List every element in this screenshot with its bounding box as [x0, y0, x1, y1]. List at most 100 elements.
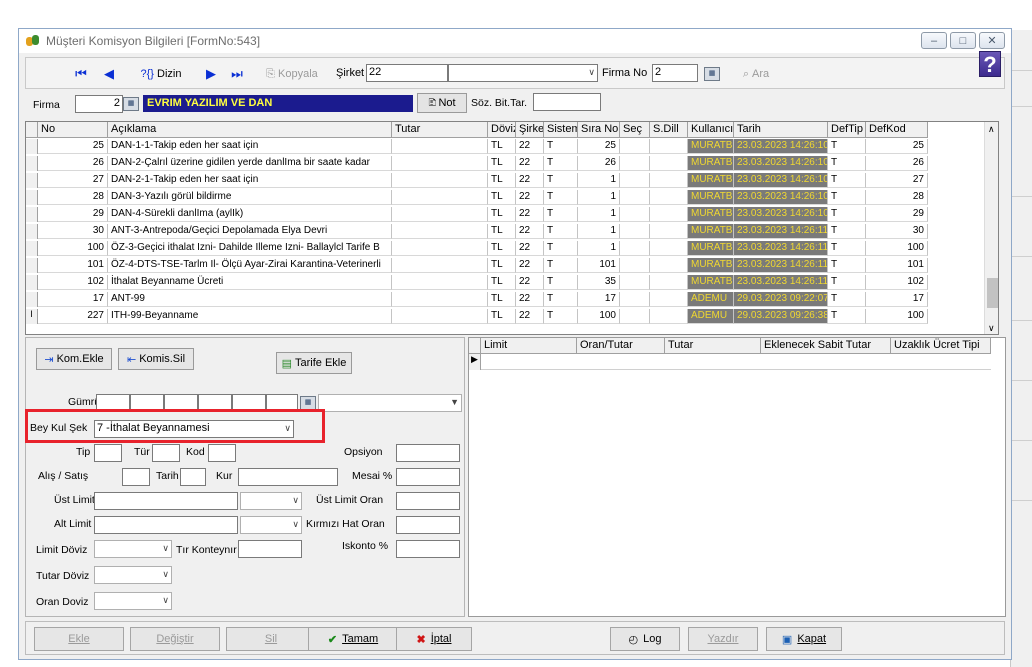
next-record-button[interactable]: ▶ — [200, 64, 222, 84]
degistir-button[interactable]: Değiştir — [130, 627, 220, 651]
col-no[interactable]: 102 — [38, 275, 108, 290]
col-kullanici[interactable]: MURATB — [688, 258, 734, 273]
grid-header-sira[interactable]: Sıra No — [578, 122, 620, 138]
col-tutar[interactable] — [392, 241, 488, 256]
log-button[interactable]: ◴ Log — [610, 627, 680, 651]
col-doviz[interactable]: TL — [488, 275, 516, 290]
col-tarih[interactable]: 23.03.2023 14:26:10 — [734, 190, 828, 205]
col-sira[interactable]: 17 — [578, 292, 620, 307]
tarife-ekle-button[interactable]: ▤ Tarife Ekle — [276, 352, 352, 374]
col-defkod[interactable]: 100 — [866, 309, 928, 324]
col-sdil[interactable] — [650, 156, 688, 171]
col-kullanici[interactable]: MURATB — [688, 190, 734, 205]
col-defkod[interactable]: 26 — [866, 156, 928, 171]
col-doviz[interactable]: TL — [488, 207, 516, 222]
col-deftip[interactable]: T — [828, 190, 866, 205]
col-sec[interactable] — [620, 156, 650, 171]
new-limit-row[interactable] — [481, 354, 991, 370]
col-sira[interactable]: 1 — [578, 173, 620, 188]
table-row[interactable]: 29 DAN-4-Sürekli danlIma (aylIk) TL 22 T 1 MUR… — [26, 207, 986, 222]
col-aciklama[interactable]: DAN-2-1-Takip eden her saat için — [108, 173, 392, 188]
col-sira[interactable]: 100 — [578, 309, 620, 324]
col-tutar[interactable] — [392, 139, 488, 154]
col-tutar[interactable] — [392, 156, 488, 171]
col-aciklama[interactable]: DAN-3-Yazılı görül bildirme — [108, 190, 392, 205]
scroll-up-icon[interactable]: ∧ — [988, 124, 995, 135]
col-aciklama[interactable]: ÖZ-3-Geçici ithalat Izni- Dahilde Illeme… — [108, 241, 392, 256]
col-no[interactable]: 227 — [38, 309, 108, 324]
col-sira[interactable]: 101 — [578, 258, 620, 273]
col-deftip[interactable]: T — [828, 292, 866, 307]
col-sistem[interactable]: T — [544, 292, 578, 307]
col-sdil[interactable] — [650, 258, 688, 273]
col-defkod[interactable]: 29 — [866, 207, 928, 222]
col-sec[interactable] — [620, 258, 650, 273]
uzaklik-header[interactable]: Uzaklık Ücret Tipi — [891, 338, 991, 354]
col-deftip[interactable]: T — [828, 139, 866, 154]
col-tarih[interactable]: 23.03.2023 14:26:10 — [734, 156, 828, 171]
grid-scrollbar[interactable]: ∧ ∨ — [984, 122, 998, 334]
col-tarih[interactable]: 23.03.2023 14:26:11 — [734, 224, 828, 239]
alt-limit-select[interactable]: ∨ — [240, 516, 302, 534]
col-doviz[interactable]: TL — [488, 139, 516, 154]
limit-doviz-select[interactable]: ∨ — [94, 540, 172, 558]
col-sistem[interactable]: T — [544, 258, 578, 273]
alis-satis-field[interactable] — [122, 468, 150, 486]
tir-konteynir-field[interactable] — [238, 540, 302, 558]
table-row[interactable]: 27 DAN-2-1-Takip eden her saat için TL 22 T 1… — [26, 173, 986, 188]
ara-button[interactable]: ⌕ Ara — [726, 64, 786, 84]
col-kullanici[interactable]: MURATB — [688, 241, 734, 256]
col-sistem[interactable]: T — [544, 190, 578, 205]
col-defkod[interactable]: 30 — [866, 224, 928, 239]
col-deftip[interactable]: T — [828, 156, 866, 171]
first-record-button[interactable]: ⏮ — [70, 64, 92, 84]
col-sira[interactable]: 1 — [578, 207, 620, 222]
col-sirket[interactable]: 22 — [516, 292, 544, 307]
ust-limit-field[interactable] — [94, 492, 238, 510]
col-sira[interactable]: 35 — [578, 275, 620, 290]
tutar-doviz-select[interactable]: ∨ — [94, 566, 172, 584]
col-sira[interactable]: 25 — [578, 139, 620, 154]
col-tarih[interactable]: 23.03.2023 14:26:11 — [734, 275, 828, 290]
col-sec[interactable] — [620, 292, 650, 307]
col-deftip[interactable]: T — [828, 258, 866, 273]
kapat-button[interactable]: ▣ Kapat — [766, 627, 842, 651]
col-sira[interactable]: 1 — [578, 190, 620, 205]
col-aciklama[interactable]: İthalat Beyanname Ücreti — [108, 275, 392, 290]
grid-header-kullanici[interactable]: Kullanıcı — [688, 122, 734, 138]
tutar-header[interactable]: Tutar — [665, 338, 761, 354]
kod-field[interactable] — [208, 444, 236, 462]
col-aciklama[interactable]: DAN-2-Çalrıl üzerine gidilen yerde danlI… — [108, 156, 392, 171]
col-sdil[interactable] — [650, 207, 688, 222]
col-deftip[interactable]: T — [828, 224, 866, 239]
ust-limit-select[interactable]: ∨ — [240, 492, 302, 510]
col-sdil[interactable] — [650, 190, 688, 205]
sirket-code-field[interactable]: 22 — [366, 64, 448, 82]
col-aciklama[interactable]: ANT-99 — [108, 292, 392, 307]
table-row[interactable]: I 227 ITH-99-Beyanname TL 22 T 100 ADEMU 29.03.2… — [26, 309, 986, 324]
limit-header[interactable]: Limit — [481, 338, 577, 354]
col-deftip[interactable]: T — [828, 275, 866, 290]
kom-ekle-button[interactable]: ⇥ Kom.Ekle — [36, 348, 112, 370]
grid-header-doviz[interactable]: Döviz — [488, 122, 516, 138]
col-sec[interactable] — [620, 173, 650, 188]
col-aciklama[interactable]: DAN-1-1-Takip eden her saat için — [108, 139, 392, 154]
table-row[interactable]: 28 DAN-3-Yazılı görül bildirme TL 22 T 1 MURAT… — [26, 190, 986, 205]
col-no[interactable]: 101 — [38, 258, 108, 273]
col-tarih[interactable]: 23.03.2023 14:26:10 — [734, 173, 828, 188]
grid-header-aciklama[interactable]: Açıklama — [108, 122, 392, 138]
grid-header-deftip[interactable]: DefTip — [828, 122, 866, 138]
col-tutar[interactable] — [392, 173, 488, 188]
calendar-icon[interactable]: ▦ — [300, 396, 316, 410]
col-tutar[interactable] — [392, 190, 488, 205]
calendar-icon[interactable]: ▦ — [704, 67, 720, 81]
col-deftip[interactable]: T — [828, 309, 866, 324]
yazdir-button[interactable]: Yazdır — [688, 627, 758, 651]
col-sira[interactable]: 1 — [578, 224, 620, 239]
col-sistem[interactable]: T — [544, 173, 578, 188]
col-kullanici[interactable]: MURATB — [688, 173, 734, 188]
table-row[interactable]: 101 ÖZ-4-DTS-TSE-Tarlm Il- Ölçü Ayar-Zira… — [26, 258, 986, 273]
col-sdil[interactable] — [650, 275, 688, 290]
grid-header-tutar[interactable]: Tutar — [392, 122, 488, 138]
grid-header-sdil[interactable]: S.Dill — [650, 122, 688, 138]
